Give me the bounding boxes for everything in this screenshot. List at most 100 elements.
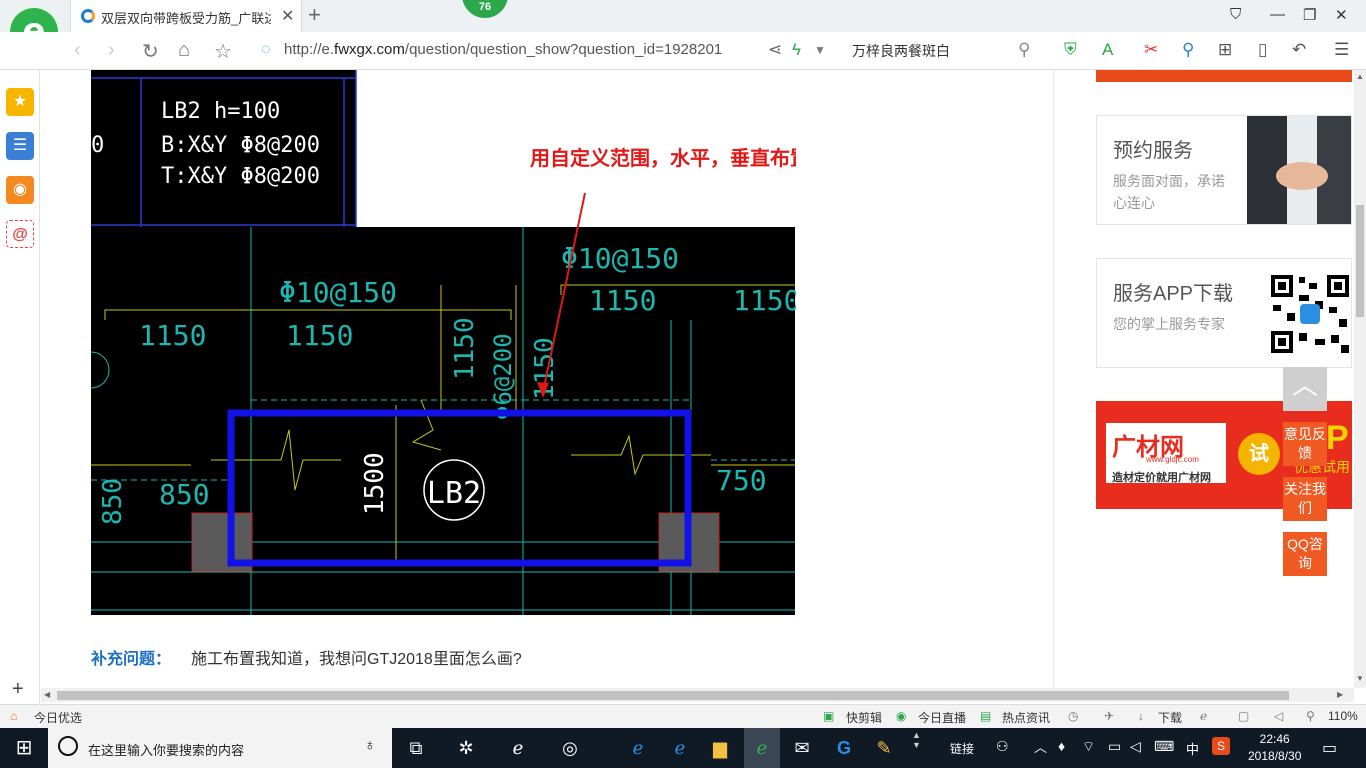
favorite-star-icon[interactable]: ☆ (214, 39, 232, 64)
minimize-button[interactable]: — (1270, 6, 1285, 23)
pinwheel-app-icon[interactable]: ✲ (452, 734, 480, 762)
gift-icon[interactable]: ⌂ (10, 709, 17, 723)
volume-muted-icon[interactable]: ◁ (1130, 738, 1141, 755)
feedback-button[interactable]: 意见反馈 (1283, 422, 1327, 466)
scissors-icon[interactable]: ✂ (1144, 40, 1158, 60)
tab-active[interactable]: 双层双向带跨板受力筋_广联达服 ✕ (70, 0, 302, 32)
security-shield-icon[interactable]: ⛨ (1064, 40, 1077, 60)
app-download-card[interactable]: 服务APP下载 您的掌上服务专家 (1096, 258, 1352, 368)
file-explorer-icon[interactable]: ▆ (706, 734, 734, 762)
horizontal-scrollbar[interactable]: ◀ ▶ (41, 688, 1354, 702)
status-live[interactable]: 今日直播 (918, 709, 966, 726)
status-quick-clip[interactable]: 快剪辑 (846, 709, 882, 726)
weibo-icon[interactable]: ◉ (6, 176, 34, 204)
scroll-down-icon[interactable]: ▼ (1356, 674, 1364, 683)
url-field[interactable]: http://e.fwxgx.com/question/question_sho… (284, 41, 722, 58)
forward-icon[interactable]: › (108, 39, 115, 62)
windows-start-icon[interactable]: ⊞ (10, 734, 38, 762)
follow-us-button[interactable]: 关注我们 (1283, 477, 1327, 521)
rebar-label-c: Φ6@200 (489, 333, 517, 420)
glodon-icon[interactable]: G (830, 734, 858, 762)
wifi-icon[interactable]: ⌔ (1082, 738, 1095, 756)
legend-line-3: T:X&Y Φ8@200 (161, 164, 320, 189)
horizontal-scroll-thumb[interactable] (57, 691, 1289, 700)
ad-strip[interactable] (1096, 70, 1352, 82)
vertical-scrollbar[interactable]: ▲ ▼ (1354, 70, 1366, 688)
mail-icon[interactable]: ✉ (788, 734, 816, 762)
home-icon[interactable]: ⌂ (178, 39, 190, 62)
search-input[interactable]: 万梓良两餐斑白 (852, 41, 950, 61)
taskbar-search-placeholder: 在这里输入你要搜索的内容 (88, 743, 245, 758)
notification-badge[interactable]: 76 (462, 0, 508, 18)
app-notify-icon[interactable]: ◎ (556, 734, 584, 762)
status-download[interactable]: 下载 (1158, 709, 1182, 726)
qq-consult-button[interactable]: QQ咨询 (1283, 532, 1327, 576)
left-sidebar: ★ ☰ ◉ @ + (0, 70, 40, 706)
network-link-label[interactable]: 链接 (950, 740, 974, 757)
download-icon[interactable]: ↓ (1138, 709, 1144, 723)
close-window-button[interactable]: ✕ (1335, 6, 1348, 24)
share-icon[interactable]: ⋖ (768, 40, 782, 60)
site-info-icon[interactable]: ◌ (261, 41, 271, 59)
status-daily-picks[interactable]: 今日优选 (34, 709, 82, 726)
refresh-icon[interactable]: ↻ (142, 39, 159, 64)
taskbar-search[interactable]: 在这里输入你要搜索的内容 ♁ (48, 728, 392, 768)
translate-icon[interactable]: A (1102, 40, 1113, 60)
service-card[interactable]: 预约服务 服务面对面，承诺心连心 (1096, 115, 1352, 225)
zoom-icon[interactable]: ⚲ (1306, 709, 1315, 723)
edge-icon[interactable]: ℯ (624, 734, 652, 762)
microphone-icon[interactable]: ♁ (364, 737, 376, 755)
chevron-down-icon[interactable]: ▼ (814, 43, 826, 57)
action-center-icon[interactable]: ▭ (1322, 738, 1337, 758)
clip-icon[interactable]: ▣ (823, 709, 834, 723)
keyboard-icon[interactable]: ⌨ (1154, 738, 1174, 755)
live-icon[interactable]: ◉ (896, 709, 906, 723)
new-tab-button[interactable]: + (308, 2, 321, 28)
lightning-icon[interactable]: ϟ (792, 40, 801, 60)
taskbar-overflow-icon[interactable]: ▲ ▼ (912, 730, 921, 750)
shirt-icon[interactable]: ⛉ (1230, 6, 1241, 23)
undo-icon[interactable]: ↶ (1292, 40, 1306, 60)
news-icon[interactable]: ▤ (980, 709, 991, 723)
tab-close-icon[interactable]: ✕ (281, 6, 294, 26)
ie-icon[interactable]: ℯ (666, 734, 694, 762)
pin-icon[interactable]: ✈ (1104, 709, 1114, 723)
battery-icon[interactable]: ▭ (1108, 738, 1121, 755)
edge-legacy-icon[interactable]: ℯ (504, 734, 532, 762)
notification-bell-icon[interactable]: ♦ (1058, 738, 1065, 754)
vertical-scroll-thumb[interactable] (1356, 205, 1364, 317)
ime-indicator[interactable]: 中 (1186, 739, 1199, 758)
search-icon[interactable]: ⚲ (1018, 40, 1030, 60)
restore-button[interactable]: ❐ (1303, 6, 1316, 24)
windows-taskbar: ⊞ 在这里输入你要搜索的内容 ♁ ⧉ ✲ ℯ ◎ ℯ ℯ ▆ ℯ ✉ G ✎ ▲… (0, 728, 1366, 768)
back-to-top-button[interactable]: ︿ (1283, 367, 1327, 411)
back-icon[interactable]: ‹ (74, 39, 81, 62)
volume-icon[interactable]: ◁ (1274, 709, 1283, 723)
task-view-icon[interactable]: ⧉ (402, 734, 430, 762)
zoom-level[interactable]: 110% (1328, 709, 1358, 723)
menu-icon[interactable]: ☰ (1334, 40, 1349, 60)
system-clock[interactable]: 22:46 2018/8/30 (1248, 731, 1301, 765)
scroll-left-icon[interactable]: ◀ (44, 690, 50, 699)
add-sidebar-icon[interactable]: + (12, 678, 24, 701)
scroll-right-icon[interactable]: ▶ (1337, 690, 1343, 699)
favorites-star-icon[interactable]: ★ (6, 88, 34, 116)
ie-mode-icon[interactable]: ℯ (1200, 709, 1207, 723)
people-icon[interactable]: ⚇ (996, 738, 1009, 755)
rebar-label-a: Φ10@150 (279, 276, 397, 309)
reading-list-icon[interactable]: ☰ (6, 132, 34, 160)
notes-app-icon[interactable]: ✎ (870, 734, 898, 762)
browser-taskbar-icon[interactable]: ℯ (744, 728, 780, 768)
tablet-icon[interactable]: ▯ (1258, 40, 1267, 60)
magnifier-icon[interactable]: ⚲ (1182, 40, 1194, 60)
tray-up-icon[interactable]: ︿ (1034, 737, 1047, 756)
sogou-ime-icon[interactable]: S (1212, 737, 1230, 755)
speed-icon[interactable]: ◷ (1068, 709, 1078, 723)
scroll-up-icon[interactable]: ▲ (1356, 72, 1364, 81)
status-news[interactable]: 热点资讯 (1002, 709, 1050, 726)
url-scheme: http://e. (284, 41, 335, 58)
apps-grid-icon[interactable]: ⊞ (1218, 40, 1232, 60)
email-icon[interactable]: @ (6, 220, 34, 248)
supplement-text: 施工布置我知道，我想问GTJ2018里面怎么画? (191, 651, 522, 668)
window-icon[interactable]: ▢ (1238, 709, 1249, 723)
